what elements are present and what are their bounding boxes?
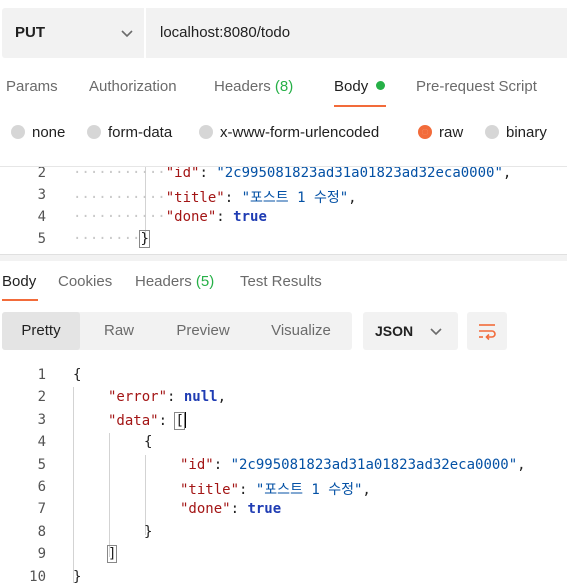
radio-raw[interactable]: raw [418, 124, 463, 141]
json-keyword: null [183, 389, 218, 405]
line-number: 3 [37, 187, 46, 203]
line-number: 4 [37, 209, 46, 225]
url-input[interactable]: localhost:8080/todo [146, 8, 567, 58]
json-key: "done" [165, 209, 217, 225]
active-tab-underline [334, 105, 386, 107]
json-bracket: ] [106, 545, 118, 563]
radio-urlencoded-label: x-www-form-urlencoded [220, 124, 380, 141]
response-tab-headers[interactable]: Headers (5) [135, 273, 214, 290]
radio-form-data-label: form-data [108, 124, 173, 141]
line-number: 2 [37, 389, 46, 405]
chevron-down-icon [121, 30, 133, 38]
url-bar: PUT localhost:8080/todo [0, 8, 567, 58]
tab-params[interactable]: Params [6, 78, 58, 95]
radio-raw-label: raw [439, 124, 464, 141]
radio-circle-icon [199, 125, 213, 139]
view-preview-button[interactable]: Preview [162, 312, 244, 350]
json-key: "data" [108, 413, 159, 429]
wrap-lines-button[interactable] [467, 312, 507, 350]
radio-selected-icon [418, 125, 432, 139]
json-key: "title" [180, 482, 240, 498]
json-string: "포스트 1 수정" [241, 190, 349, 206]
active-tab-underline [2, 299, 38, 301]
response-tab-test-results[interactable]: Test Results [240, 273, 322, 290]
json-key: "id" [165, 166, 200, 181]
json-key: "error" [108, 389, 168, 405]
tab-headers[interactable]: Headers (8) [214, 78, 293, 95]
json-brace: { [144, 434, 153, 450]
radio-binary-label: binary [506, 124, 547, 141]
view-mode-bar: Pretty Raw Preview Visualize [2, 312, 352, 350]
response-tab-body[interactable]: Body [2, 273, 36, 290]
tab-body[interactable]: Body [334, 78, 386, 95]
radio-circle-icon [485, 125, 499, 139]
line-number: 8 [37, 524, 46, 540]
json-string: "2c995081823ad31a01823ad32eca0000" [216, 166, 503, 181]
radio-circle-icon [11, 125, 25, 139]
response-tab-cookies[interactable]: Cookies [58, 273, 112, 290]
line-number: 5 [37, 457, 46, 473]
headers-count-badge: (5) [195, 273, 215, 290]
method-label: PUT [15, 24, 45, 41]
line-number: 9 [37, 546, 46, 562]
json-brace: } [144, 524, 153, 540]
radio-urlencoded[interactable]: x-www-form-urlencoded [199, 124, 379, 141]
radio-none[interactable]: none [11, 124, 65, 141]
format-select[interactable]: JSON [363, 312, 458, 350]
json-key: "title" [165, 190, 225, 206]
radio-binary[interactable]: binary [485, 124, 547, 141]
tab-body-label: Body [334, 78, 369, 95]
method-select[interactable]: PUT [2, 8, 144, 58]
headers-count-badge: (8) [274, 78, 294, 95]
view-pretty-button[interactable]: Pretty [2, 312, 80, 350]
line-number: 6 [37, 479, 46, 495]
json-brace: } [73, 569, 82, 583]
text-cursor [184, 412, 186, 428]
radio-form-data[interactable]: form-data [87, 124, 172, 141]
json-string: "2c995081823ad31a01823ad32eca0000" [230, 457, 518, 473]
json-keyword: true [247, 501, 282, 517]
body-indicator-dot [376, 81, 386, 90]
format-label: JSON [375, 323, 414, 339]
json-key: "id" [180, 457, 214, 473]
indent-guide [109, 433, 110, 557]
json-bracket: [ [174, 412, 185, 430]
json-key: "done" [180, 501, 231, 517]
view-raw-button[interactable]: Raw [84, 312, 154, 350]
tab-authorization[interactable]: Authorization [89, 78, 177, 95]
tab-prerequest-script[interactable]: Pre-request Script [416, 78, 537, 95]
json-brace: { [73, 367, 82, 383]
json-keyword: true [233, 209, 267, 225]
radio-none-label: none [32, 124, 66, 141]
url-text: localhost:8080/todo [160, 24, 291, 41]
tab-headers-label: Headers [214, 78, 271, 95]
line-number: 5 [37, 231, 46, 247]
radio-circle-icon [87, 125, 101, 139]
view-visualize-button[interactable]: Visualize [258, 312, 344, 350]
response-tab-headers-label: Headers [135, 273, 192, 290]
indent-guide [145, 455, 146, 535]
request-body-editor[interactable]: 2 ···········"id": "2c995081823ad31a0182… [0, 166, 567, 255]
indent-guide [73, 387, 74, 583]
line-number: 3 [37, 412, 46, 428]
pane-divider[interactable] [0, 254, 567, 261]
line-number: 2 [37, 166, 46, 181]
wrap-lines-icon [479, 324, 496, 341]
response-body-viewer[interactable]: 1 2 3 4 5 6 7 8 9 10 { "error": null, "d… [0, 365, 567, 583]
json-brace: } [139, 230, 150, 248]
line-number: 4 [37, 434, 46, 450]
line-number: 10 [29, 569, 46, 583]
line-number: 1 [37, 367, 46, 383]
json-string: "포스트 1 수정" [255, 482, 363, 498]
chevron-down-icon [430, 328, 442, 336]
line-number: 7 [37, 501, 46, 517]
